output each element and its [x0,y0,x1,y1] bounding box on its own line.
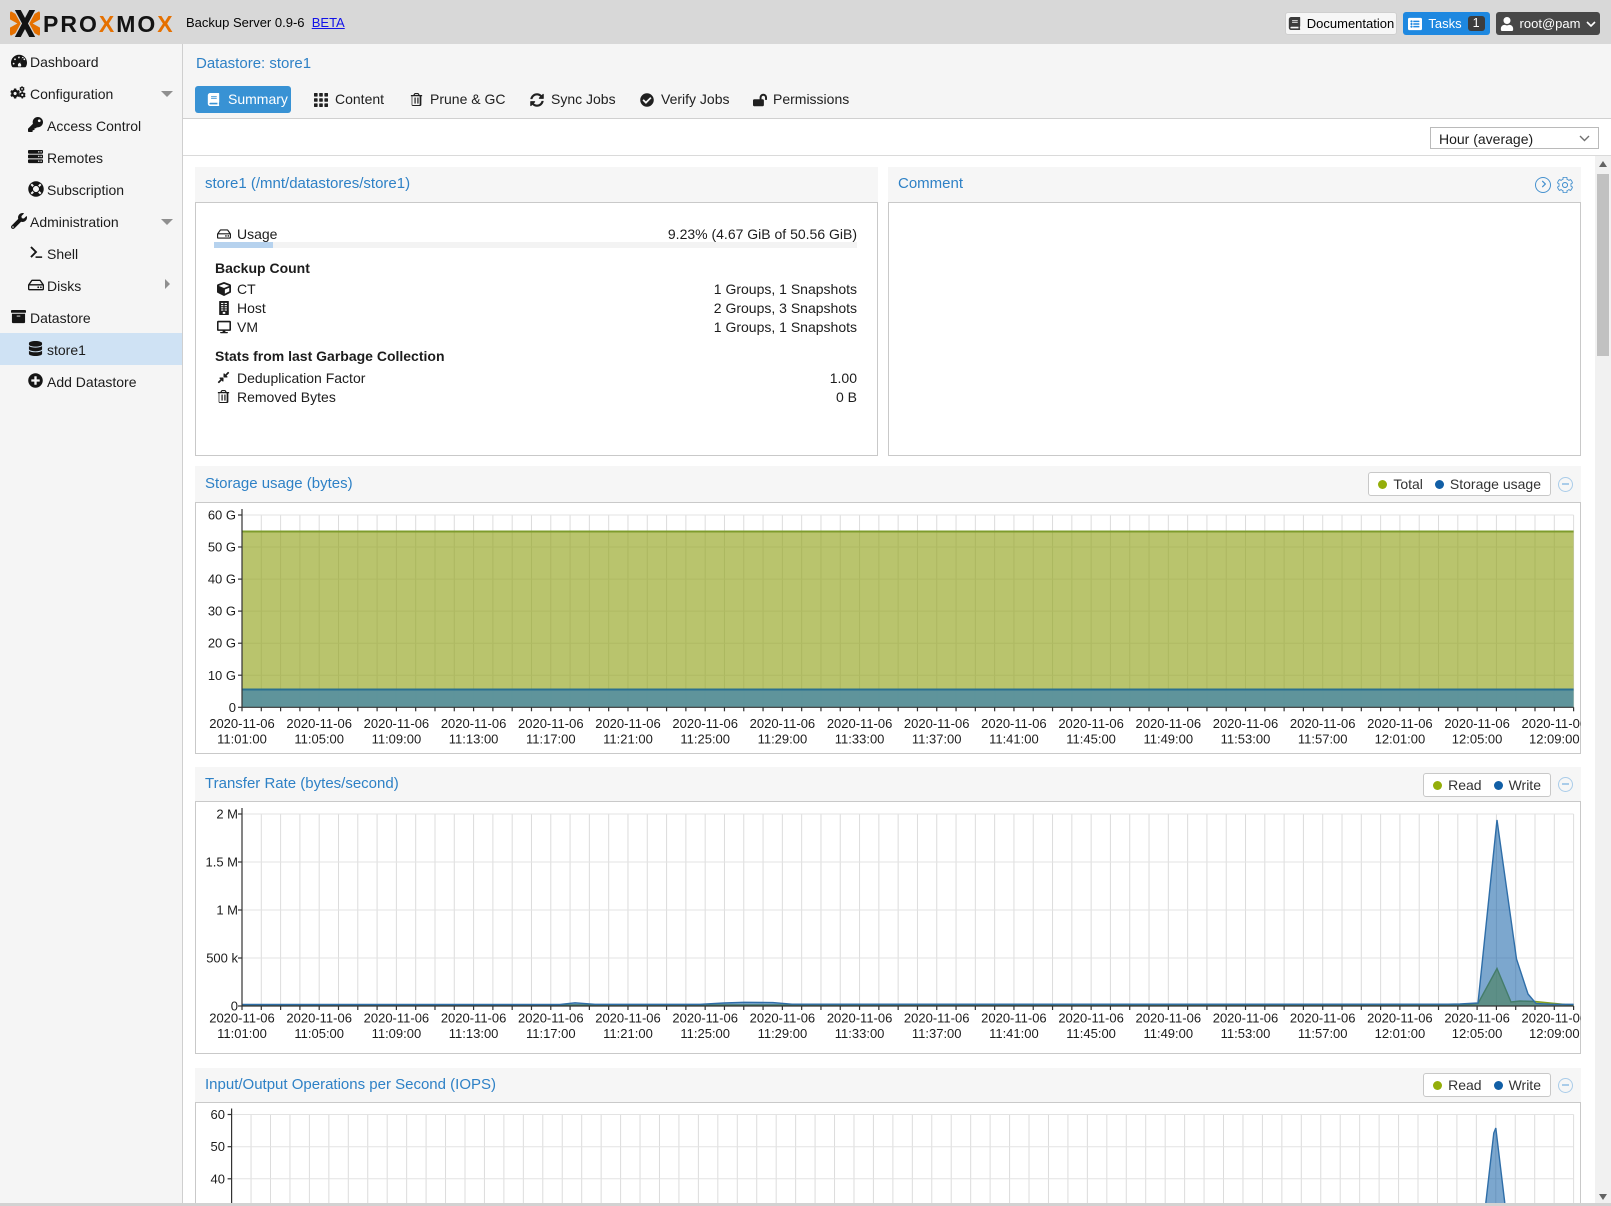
svg-text:12:01:00: 12:01:00 [1375,1026,1426,1041]
svg-text:2020-11-06: 2020-11-06 [672,716,738,731]
svg-text:11:13:00: 11:13:00 [449,1026,499,1041]
svg-text:60: 60 [211,1107,225,1122]
svg-text:12:05:00: 12:05:00 [1452,732,1503,747]
svg-text:11:33:00: 11:33:00 [835,732,885,747]
svg-text:11:41:00: 11:41:00 [989,1026,1039,1041]
svg-text:2020-11-06: 2020-11-06 [209,716,275,731]
svg-text:50 G: 50 G [208,540,236,555]
svg-text:2020-11-06: 2020-11-06 [1213,1011,1279,1026]
svg-text:12:09:00: 12:09:00 [1529,1026,1580,1041]
svg-text:11:17:00: 11:17:00 [526,732,576,747]
svg-text:11:41:00: 11:41:00 [989,732,1039,747]
svg-text:2020-11-06: 2020-11-06 [595,716,661,731]
svg-text:30 G: 30 G [208,604,236,619]
svg-text:1.5 M: 1.5 M [205,855,238,870]
svg-text:11:29:00: 11:29:00 [758,732,808,747]
svg-text:11:09:00: 11:09:00 [372,732,422,747]
svg-text:1 M: 1 M [216,903,238,918]
svg-text:0: 0 [229,700,236,715]
svg-text:500 k: 500 k [206,951,238,966]
svg-text:2020-11-06: 2020-11-06 [518,1011,584,1026]
svg-text:2020-11-06: 2020-11-06 [1058,1011,1124,1026]
svg-text:2020-11-06: 2020-11-06 [364,1011,430,1026]
svg-text:11:25:00: 11:25:00 [680,1026,730,1041]
svg-text:12:09:00: 12:09:00 [1529,732,1580,747]
svg-text:2020-11-06: 2020-11-06 [286,716,352,731]
svg-text:2020-11-06: 2020-11-06 [827,716,893,731]
svg-text:11:21:00: 11:21:00 [603,732,653,747]
svg-text:2020-11-06: 2020-11-06 [1367,1011,1433,1026]
svg-text:50: 50 [211,1139,225,1154]
svg-text:11:13:00: 11:13:00 [449,732,499,747]
svg-text:2 M: 2 M [216,807,238,822]
svg-text:11:25:00: 11:25:00 [680,732,730,747]
svg-text:2020-11-06: 2020-11-06 [441,1011,507,1026]
svg-text:12:05:00: 12:05:00 [1452,1026,1503,1041]
svg-text:11:45:00: 11:45:00 [1066,732,1116,747]
svg-text:11:37:00: 11:37:00 [912,1026,962,1041]
svg-text:2020-11-06: 2020-11-06 [209,1011,275,1026]
svg-text:11:45:00: 11:45:00 [1066,1026,1116,1041]
svg-text:2020-11-06: 2020-11-06 [981,1011,1047,1026]
svg-text:2020-11-06: 2020-11-06 [1058,716,1124,731]
svg-text:11:57:00: 11:57:00 [1298,1026,1348,1041]
svg-text:11:49:00: 11:49:00 [1143,732,1193,747]
svg-text:2020-11-06: 2020-11-06 [672,1011,738,1026]
svg-text:11:01:00: 11:01:00 [217,1026,267,1041]
svg-text:2020-11-06: 2020-11-06 [904,716,970,731]
svg-text:11:09:00: 11:09:00 [372,1026,422,1041]
svg-text:11:49:00: 11:49:00 [1143,1026,1193,1041]
svg-text:20 G: 20 G [208,636,236,651]
svg-text:11:21:00: 11:21:00 [603,1026,653,1041]
svg-text:2020-11-06: 2020-11-06 [1522,716,1581,731]
svg-text:2020-11-06: 2020-11-06 [441,716,507,731]
svg-text:2020-11-06: 2020-11-06 [1444,716,1510,731]
svg-text:2020-11-06: 2020-11-06 [1522,1011,1581,1026]
svg-text:2020-11-06: 2020-11-06 [1367,716,1433,731]
svg-text:40: 40 [211,1171,225,1186]
svg-text:2020-11-06: 2020-11-06 [1290,1011,1356,1026]
svg-text:2020-11-06: 2020-11-06 [1136,1011,1202,1026]
svg-text:11:37:00: 11:37:00 [912,732,962,747]
svg-text:11:57:00: 11:57:00 [1298,732,1348,747]
svg-text:2020-11-06: 2020-11-06 [1136,716,1202,731]
svg-text:2020-11-06: 2020-11-06 [981,716,1047,731]
svg-text:40 G: 40 G [208,572,236,587]
svg-text:2020-11-06: 2020-11-06 [1213,716,1279,731]
svg-text:2020-11-06: 2020-11-06 [750,1011,816,1026]
svg-text:12:01:00: 12:01:00 [1375,732,1426,747]
svg-text:11:33:00: 11:33:00 [835,1026,885,1041]
svg-text:11:17:00: 11:17:00 [526,1026,576,1041]
svg-text:11:29:00: 11:29:00 [758,1026,808,1041]
svg-text:2020-11-06: 2020-11-06 [595,1011,661,1026]
svg-text:2020-11-06: 2020-11-06 [904,1011,970,1026]
svg-text:2020-11-06: 2020-11-06 [286,1011,352,1026]
svg-text:2020-11-06: 2020-11-06 [750,716,816,731]
svg-text:2020-11-06: 2020-11-06 [364,716,430,731]
svg-text:11:01:00: 11:01:00 [217,732,267,747]
svg-text:2020-11-06: 2020-11-06 [1444,1011,1510,1026]
svg-text:2020-11-06: 2020-11-06 [1290,716,1356,731]
svg-text:2020-11-06: 2020-11-06 [827,1011,893,1026]
svg-text:11:53:00: 11:53:00 [1221,732,1271,747]
svg-text:11:05:00: 11:05:00 [294,732,344,747]
svg-text:10 G: 10 G [208,668,236,683]
svg-text:60 G: 60 G [208,508,236,523]
svg-text:11:53:00: 11:53:00 [1221,1026,1271,1041]
svg-text:2020-11-06: 2020-11-06 [518,716,584,731]
svg-text:11:05:00: 11:05:00 [294,1026,344,1041]
